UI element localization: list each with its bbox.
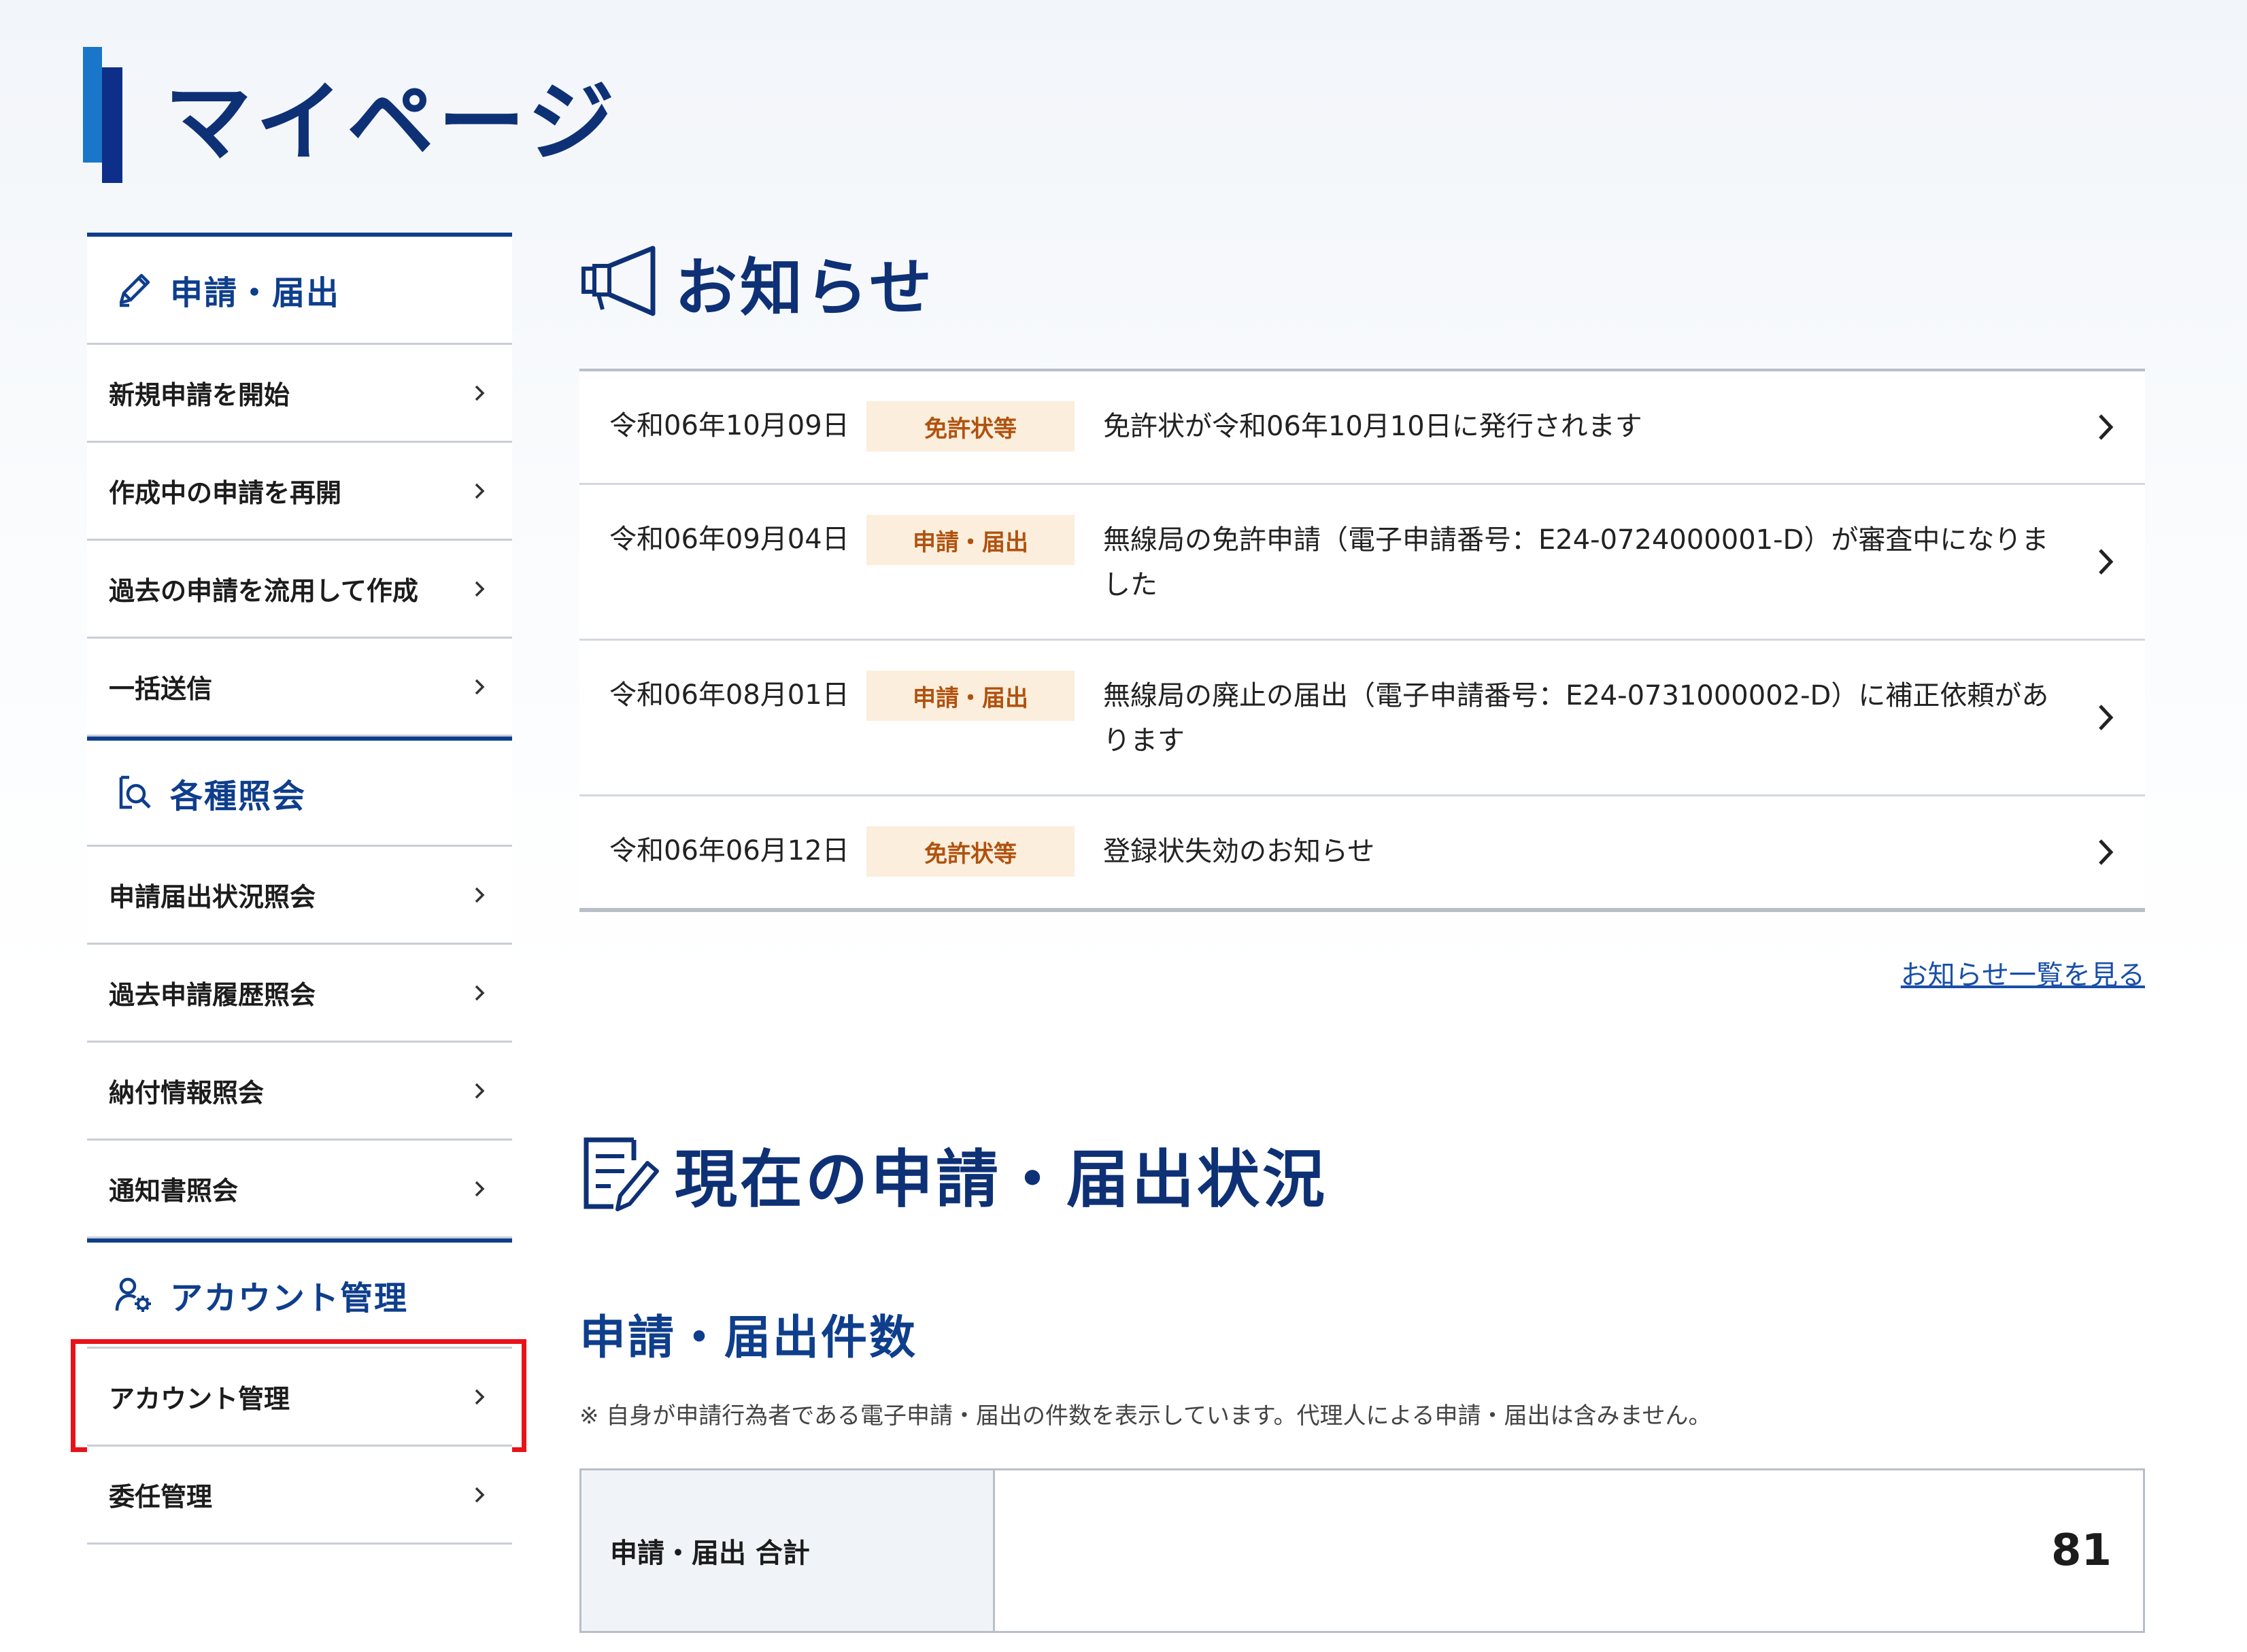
chevron-right-icon xyxy=(2099,414,2114,440)
chevron-right-icon xyxy=(475,887,485,903)
sidebar-item-account-management[interactable]: アカウント管理 xyxy=(71,1339,526,1452)
notice-text: 登録状失効のお知らせ xyxy=(1103,836,1375,867)
count-table: 申請・届出 合計 81 xyxy=(579,1468,2145,1633)
title-accent-bar xyxy=(83,46,124,183)
chevron-right-icon xyxy=(475,1389,485,1404)
sidebar-item-label: 納付情報照会 xyxy=(109,1078,265,1108)
count-note: ※ 自身が申請行為者である電子申請・届出の件数を表示しています。代理人による申請… xyxy=(579,1402,1712,1430)
main-content: お知らせ 令和06年10月09日 免許状等 免許状が令和06年10月10日に発行… xyxy=(579,224,2145,1633)
chevron-right-icon xyxy=(475,581,485,596)
sidebar-section-application: 申請・届出 xyxy=(87,233,512,345)
notice-date: 令和06年08月01日 xyxy=(609,679,849,711)
notice-tag: 申請・届出 xyxy=(866,515,1075,565)
notice-date: 令和06年10月09日 xyxy=(609,410,849,441)
more-link-row: お知らせ一覧を見る xyxy=(579,953,2145,1007)
sidebar-item-label: 通知書照会 xyxy=(109,1176,239,1206)
chevron-right-icon xyxy=(475,385,485,401)
sidebar-section-label: 各種照会 xyxy=(170,777,307,815)
notice-item[interactable]: 令和06年06月12日 免許状等 登録状失効のお知らせ xyxy=(579,796,2145,908)
sidebar-section-label: 申請・届出 xyxy=(170,274,341,312)
notice-item[interactable]: 令和06年08月01日 申請・届出 無線局の廃止の届出（電子申請番号：E24-0… xyxy=(579,641,2145,796)
notice-item[interactable]: 令和06年09月04日 申請・届出 無線局の免許申請（電子申請番号：E24-07… xyxy=(579,485,2145,641)
pencil-icon xyxy=(113,269,155,311)
sidebar-item-label: 新規申請を開始 xyxy=(109,380,290,410)
notice-text: 免許状が令和06年10月10日に発行されます xyxy=(1103,411,1642,442)
sidebar-section-label: アカウント管理 xyxy=(170,1279,409,1317)
sidebar-item-resume-draft[interactable]: 作成中の申請を再開 xyxy=(87,443,512,541)
sidebar-item-label: 過去の申請を流用して作成 xyxy=(109,576,418,606)
sidebar-item-payment-inquiry[interactable]: 納付情報照会 xyxy=(87,1043,512,1141)
sidebar-item-label: 一括送信 xyxy=(109,674,213,704)
chevron-right-icon xyxy=(475,1487,485,1502)
sidebar-item-label: アカウント管理 xyxy=(109,1384,290,1414)
notice-date: 令和06年06月12日 xyxy=(609,835,849,866)
document-edit-icon xyxy=(584,1137,659,1211)
sidebar: 申請・届出 新規申請を開始 作成中の申請を再開 過去の申請を流用して作成 一括送… xyxy=(71,233,526,1545)
chevron-right-icon xyxy=(475,1083,485,1098)
user-gear-icon xyxy=(113,1274,155,1316)
chevron-right-icon xyxy=(475,985,485,1000)
sidebar-item-delegation-management[interactable]: 委任管理 xyxy=(87,1447,512,1545)
notice-tag: 免許状等 xyxy=(866,826,1075,877)
sidebar-section-inquiry: 各種照会 xyxy=(87,737,512,847)
notices-header: お知らせ xyxy=(579,224,2145,340)
count-heading: 申請・届出件数 xyxy=(579,1311,918,1365)
notices-more-link[interactable]: お知らせ一覧を見る xyxy=(1901,960,2145,991)
sidebar-item-batch-send[interactable]: 一括送信 xyxy=(87,639,512,737)
chevron-right-icon xyxy=(2099,549,2114,575)
sidebar-item-history-inquiry[interactable]: 過去申請履歴照会 xyxy=(87,945,512,1043)
status-header: 現在の申請・届出状況 xyxy=(579,1116,2145,1232)
sidebar-item-status-inquiry[interactable]: 申請届出状況照会 xyxy=(87,847,512,945)
sidebar-item-label: 委任管理 xyxy=(109,1482,213,1512)
sidebar-item-label: 申請届出状況照会 xyxy=(109,882,316,912)
status-heading: 現在の申請・届出状況 xyxy=(675,1143,1328,1216)
chevron-right-icon xyxy=(2099,839,2114,865)
chevron-right-icon xyxy=(475,1181,485,1196)
my-page: マイページ 申請・届出 新規申請を開始 作成中の申請を再開 過去の申請を流用して… xyxy=(0,0,2247,1652)
page-header: マイページ xyxy=(83,45,618,184)
count-total-label: 申請・届出 合計 xyxy=(581,1470,995,1631)
notices-list: 令和06年10月09日 免許状等 免許状が令和06年10月10日に発行されます … xyxy=(579,369,2145,912)
notice-text: 無線局の廃止の届出（電子申請番号：E24-0731000002-D）に補正依頼が… xyxy=(1103,680,2049,756)
megaphone-icon xyxy=(581,246,656,316)
document-search-icon xyxy=(113,772,155,814)
sidebar-item-label: 作成中の申請を再開 xyxy=(109,478,342,508)
notice-text: 無線局の免許申請（電子申請番号：E24-0724000001-D）が審査中になり… xyxy=(1103,524,2049,601)
notice-tag: 申請・届出 xyxy=(866,671,1075,721)
sidebar-item-new-application[interactable]: 新規申請を開始 xyxy=(87,345,512,443)
chevron-right-icon xyxy=(2099,705,2114,730)
notice-tag: 免許状等 xyxy=(866,401,1075,452)
count-total-value: 81 xyxy=(2050,1525,2112,1576)
chevron-right-icon xyxy=(475,679,485,694)
notice-item[interactable]: 令和06年10月09日 免許状等 免許状が令和06年10月10日に発行されます xyxy=(579,371,2145,485)
sidebar-item-reuse-past[interactable]: 過去の申請を流用して作成 xyxy=(87,541,512,639)
sidebar-section-account: アカウント管理 xyxy=(87,1238,512,1349)
sidebar-item-notice-inquiry[interactable]: 通知書照会 xyxy=(87,1141,512,1238)
page-title: マイページ xyxy=(165,72,619,173)
sidebar-item-label: 過去申請履歴照会 xyxy=(109,980,316,1010)
notice-date: 令和06年09月04日 xyxy=(609,524,849,555)
chevron-right-icon xyxy=(475,483,485,499)
notices-heading: お知らせ xyxy=(675,251,935,324)
